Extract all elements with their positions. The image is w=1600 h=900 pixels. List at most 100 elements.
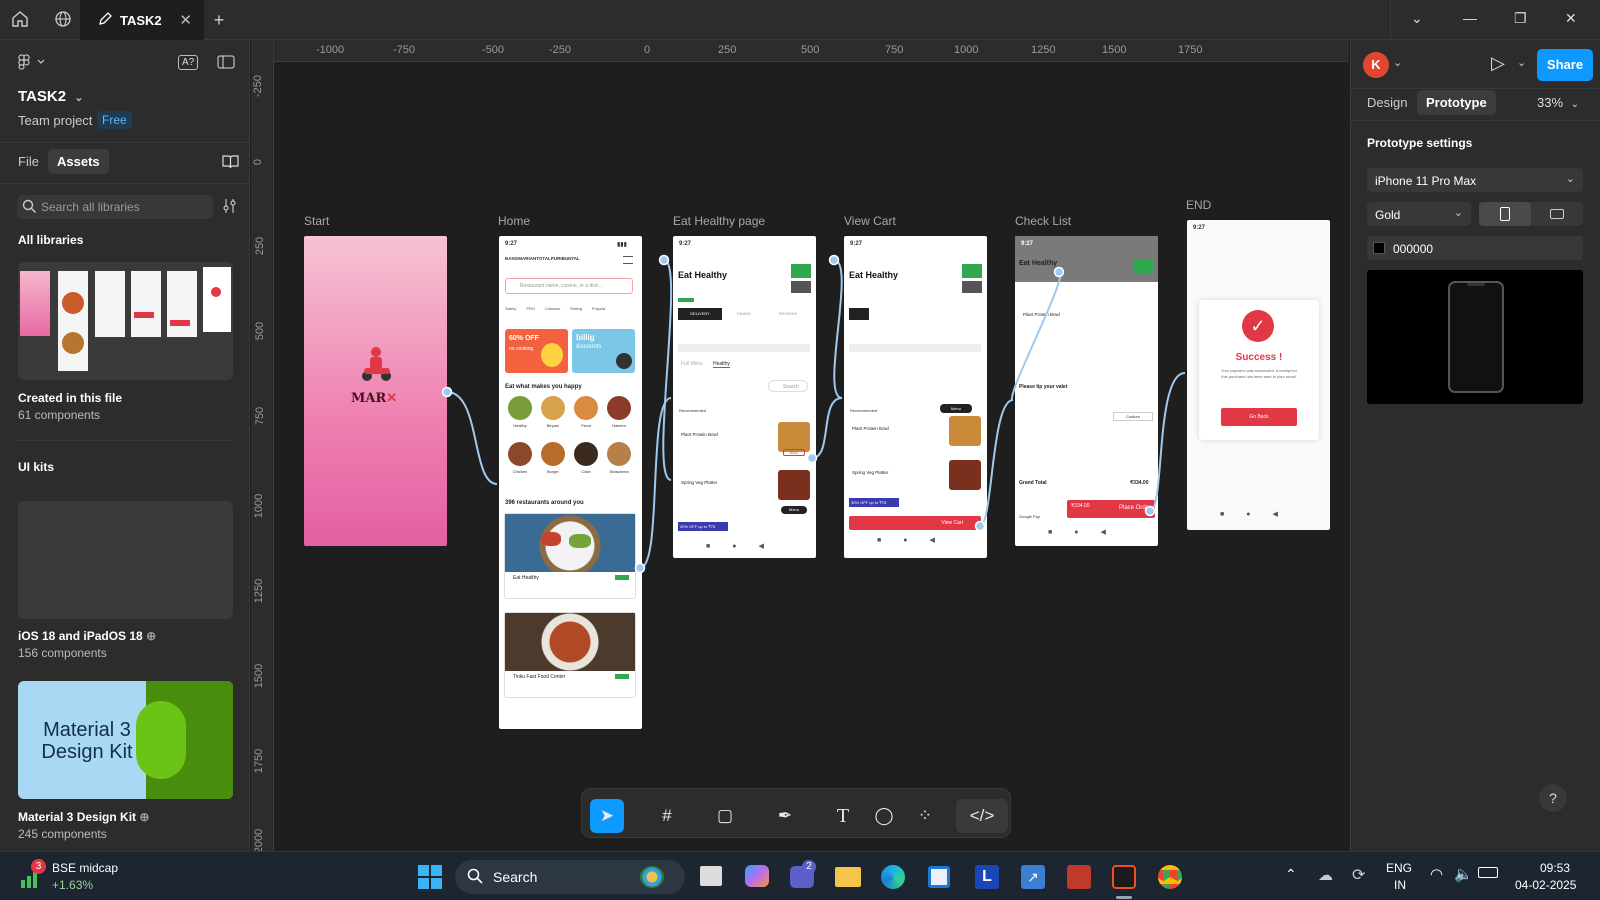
chevron-down-icon[interactable]: ⌄ [1517,56,1526,69]
library-book-icon[interactable] [222,154,239,174]
orientation-toggle [1479,202,1583,226]
store-icon[interactable] [928,866,950,888]
avatar[interactable]: K [1363,52,1389,78]
tab-design[interactable]: Design [1367,95,1407,110]
figma-icon[interactable] [1112,865,1136,889]
tab-file[interactable]: File [18,154,39,169]
filter-sliders-icon[interactable] [222,198,238,219]
library-name-created[interactable]: Created in this file [18,391,122,405]
clock-date: 04-02-2025 [1515,878,1577,892]
help-button[interactable]: ? [1539,784,1567,812]
writer-app-icon[interactable]: ↗ [1021,865,1045,889]
project-name[interactable]: Team project [18,113,92,128]
chevron-down-icon: ⌄ [1565,173,1575,185]
ui-kits-heading: UI kits [18,460,55,474]
taskbar-search-label: Search [493,869,538,885]
device-preview [1367,270,1583,404]
background-color-field[interactable]: 000000 [1367,236,1583,260]
prototype-settings-title: Prototype settings [1367,136,1473,150]
right-panel: K ⌄ ▷ ⌄ Share Design Prototype 33% ⌄ Pro… [1350,40,1600,851]
library-count-material: 245 components [18,827,107,841]
library-name-material[interactable]: Material 3 Design Kit ⊕ [18,810,149,824]
windows-taskbar: 3 BSE midcap +1.63% Search 2 L ↗ ⌃ ☁ ⟳ E… [0,851,1600,900]
stock-change: +1.63% [52,878,94,892]
teams-badge: 2 [802,860,816,874]
tab-task2[interactable]: TASK2 ✕ [80,0,204,40]
all-libraries-heading: All libraries [18,233,84,247]
library-count-ios: 156 components [18,646,107,660]
minimize-button[interactable]: — [1463,10,1477,26]
move-tool-icon[interactable]: ➤ [590,799,624,833]
library-card-created[interactable] [18,262,233,380]
chevron-down-icon[interactable]: ⌄ [1393,56,1402,69]
chevron-down-icon: ⌄ [1453,207,1463,219]
device-select[interactable]: iPhone 11 Pro Max ⌄ [1367,168,1583,192]
library-search-input[interactable]: Search all libraries [17,195,213,219]
library-card-material[interactable]: Material 3 Design Kit [18,681,233,799]
material-thumb-text: Material 3 Design Kit [41,719,133,763]
home-icon[interactable] [10,10,30,30]
task-view-icon[interactable] [700,866,722,886]
clock-time[interactable]: 09:53 [1540,861,1570,875]
language-code[interactable]: ENG [1386,861,1412,875]
library-count-created: 61 components [18,408,101,422]
file-explorer-icon[interactable] [835,867,861,887]
portrait-icon[interactable] [1479,202,1531,226]
canvas[interactable]: -1000 -750 -500 -250 0 250 500 750 1000 … [251,40,1349,851]
left-panel: A? TASK2 ⌄ Team project Free File Assets… [0,40,250,851]
tab-close-button[interactable]: ✕ [179,11,192,29]
globe-icon[interactable] [53,10,73,30]
sidebar-toggle-icon[interactable] [217,54,235,75]
rectangle-tool-icon[interactable]: ▢ [708,799,742,833]
globe-icon: ⊕ [146,629,157,643]
globe-icon: ⊕ [139,810,150,824]
wifi-icon[interactable]: ◠ [1430,865,1443,883]
chevron-down-icon[interactable]: ⌄ [1411,10,1423,27]
present-play-icon[interactable]: ▷ [1491,53,1505,74]
library-card-ios[interactable] [18,501,233,619]
components-tool-icon[interactable]: ⁘ [908,799,942,833]
tab-assets[interactable]: Assets [48,149,109,174]
region-code: IN [1394,878,1406,892]
windows-start-icon[interactable] [418,865,442,889]
sync-icon[interactable]: ⟳ [1352,865,1365,885]
tab-title: TASK2 [120,12,162,28]
ai-text-icon[interactable]: A? [178,55,199,70]
dev-mode-toggle[interactable]: </> [956,799,1008,833]
new-tab-button[interactable]: + [209,10,229,30]
copilot-icon[interactable] [745,865,769,887]
edge-icon[interactable] [881,865,905,889]
chrome-icon[interactable] [1158,865,1182,889]
landscape-icon[interactable] [1531,202,1583,226]
main-menu-icon[interactable] [18,54,46,75]
library-name-ios[interactable]: iOS 18 and iPadOS 18 ⊕ [18,629,156,643]
onedrive-icon[interactable]: ☁ [1318,866,1333,884]
search-placeholder: Search all libraries [41,200,140,214]
device-value: iPhone 11 Pro Max [1375,174,1477,188]
pen-file-icon [98,11,112,29]
model-select[interactable]: Gold ⌄ [1367,202,1471,226]
share-button[interactable]: Share [1537,49,1593,81]
model-value: Gold [1375,208,1401,222]
l-app-icon[interactable]: L [975,865,999,889]
close-window-button[interactable]: ✕ [1565,10,1577,27]
color-swatch[interactable] [1373,242,1385,254]
file-name[interactable]: TASK2 ⌄ [18,88,83,105]
tray-chevron-up-icon[interactable]: ⌃ [1285,866,1297,883]
stock-badge: 3 [31,859,46,874]
volume-icon[interactable]: 🔈 [1454,865,1473,883]
zoom-level[interactable]: 33% ⌄ [1537,95,1579,110]
comment-tool-icon[interactable]: ◯ [867,799,901,833]
restore-button[interactable]: ❐ [1514,10,1527,27]
stock-name[interactable]: BSE midcap [52,861,118,875]
search-icon [467,868,483,889]
battery-icon[interactable] [1478,867,1498,878]
tab-prototype[interactable]: Prototype [1417,90,1496,115]
text-tool-icon[interactable]: T [826,799,860,833]
background-hex: 000000 [1393,242,1434,256]
frame-tool-icon[interactable]: # [650,799,684,833]
pen-tool-icon[interactable]: ✒ [768,799,802,833]
mcafee-icon[interactable] [1067,865,1091,889]
title-bar: TASK2 ✕ + ⌄ — ❐ ✕ [0,0,1600,40]
taskbar-search[interactable]: Search [455,860,685,894]
